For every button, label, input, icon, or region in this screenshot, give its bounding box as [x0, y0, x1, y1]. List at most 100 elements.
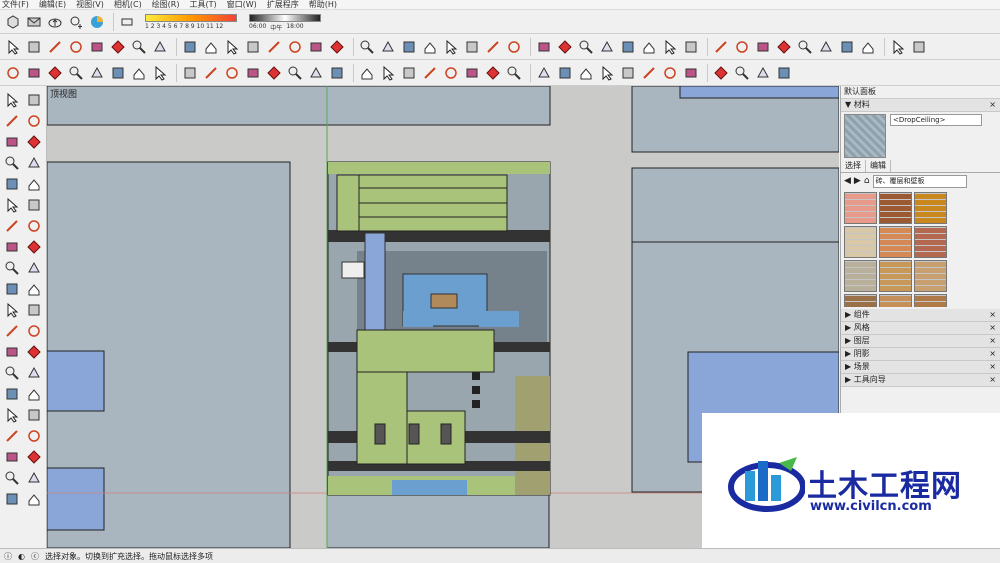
geolocation-icon[interactable]: ◐ [18, 552, 25, 561]
menu-camera[interactable]: 相机(C) [114, 0, 142, 10]
house-icon[interactable] [358, 64, 376, 82]
house-icon[interactable] [25, 280, 43, 298]
material-swatch[interactable] [879, 192, 912, 224]
menu-help[interactable]: 帮助(H) [309, 0, 337, 10]
move-icon[interactable] [109, 38, 127, 56]
line-icon[interactable] [3, 322, 21, 340]
circle-icon[interactable] [25, 112, 43, 130]
select-arrow-icon[interactable] [4, 38, 22, 56]
styles-icon[interactable] [3, 175, 21, 193]
component-icon[interactable] [619, 64, 637, 82]
styles-icon[interactable] [400, 38, 418, 56]
component-icon[interactable] [25, 406, 43, 424]
select-arrow-icon[interactable] [151, 64, 169, 82]
house-icon[interactable] [25, 385, 43, 403]
styles-icon[interactable] [109, 64, 127, 82]
circle-icon[interactable] [505, 38, 523, 56]
add-location-icon[interactable] [67, 13, 85, 31]
select-arrow-icon[interactable] [3, 301, 21, 319]
circle-icon[interactable] [661, 64, 679, 82]
house-icon[interactable] [577, 64, 595, 82]
menu-file[interactable]: 文件(F) [2, 0, 29, 10]
move-icon[interactable] [25, 448, 43, 466]
component-icon[interactable] [682, 38, 700, 56]
move-icon[interactable] [46, 64, 64, 82]
material-swatch[interactable] [914, 192, 947, 224]
material-swatch[interactable] [844, 226, 877, 258]
material-swatch[interactable] [879, 294, 912, 307]
eraser-icon[interactable] [118, 13, 136, 31]
line-icon[interactable] [3, 427, 21, 445]
component-icon[interactable] [25, 301, 43, 319]
material-swatch[interactable] [844, 294, 877, 307]
paint-bucket-icon[interactable] [463, 64, 481, 82]
tray-section-header[interactable]: ▶ 工具向导 × [841, 374, 1000, 387]
home-icon[interactable]: ⌂ [864, 176, 870, 186]
zoom-icon[interactable] [796, 38, 814, 56]
paint-bucket-icon[interactable] [682, 64, 700, 82]
component-icon[interactable] [244, 38, 262, 56]
tray-section-header[interactable]: ▶ 图层 × [841, 335, 1000, 348]
line-icon[interactable] [3, 217, 21, 235]
paint-bucket-icon[interactable] [244, 64, 262, 82]
push-pull-icon[interactable] [25, 364, 43, 382]
select-arrow-icon[interactable] [3, 196, 21, 214]
push-pull-icon[interactable] [151, 38, 169, 56]
component-icon[interactable] [25, 196, 43, 214]
select-arrow-icon[interactable] [442, 38, 460, 56]
select-arrow-icon[interactable] [889, 38, 907, 56]
line-icon[interactable] [712, 38, 730, 56]
month-slider[interactable] [145, 13, 237, 22]
menu-window[interactable]: 窗口(W) [227, 0, 257, 10]
upload-cloud-icon[interactable] [46, 13, 64, 31]
line-icon[interactable] [265, 38, 283, 56]
push-pull-icon[interactable] [379, 38, 397, 56]
paint-bucket-icon[interactable] [88, 38, 106, 56]
paint-bucket-icon[interactable] [3, 133, 21, 151]
select-arrow-icon[interactable] [3, 406, 21, 424]
tray-section-header[interactable]: ▶ 阴影 × [841, 348, 1000, 361]
library-select[interactable]: 砖、覆层和壁板 [872, 174, 967, 188]
push-pull-icon[interactable] [25, 259, 43, 277]
credits-icon[interactable]: ⓒ [31, 551, 39, 562]
select-arrow-icon[interactable] [379, 64, 397, 82]
styles-icon[interactable] [3, 280, 21, 298]
circle-icon[interactable] [25, 427, 43, 445]
close-icon[interactable]: × [989, 335, 996, 347]
line-icon[interactable] [421, 64, 439, 82]
paint-bucket-icon[interactable] [754, 38, 772, 56]
zoom-icon[interactable] [67, 64, 85, 82]
close-icon[interactable]: × [989, 99, 996, 111]
close-icon[interactable]: × [989, 361, 996, 373]
styles-icon[interactable] [328, 64, 346, 82]
house-icon[interactable] [130, 64, 148, 82]
select-arrow-icon[interactable] [223, 38, 241, 56]
styles-icon[interactable] [3, 385, 21, 403]
styles-icon[interactable] [3, 490, 21, 508]
zoom-icon[interactable] [3, 154, 21, 172]
zoom-icon[interactable] [286, 64, 304, 82]
get-models-icon[interactable] [4, 13, 22, 31]
circle-icon[interactable] [4, 64, 22, 82]
menu-tools[interactable]: 工具(T) [190, 0, 217, 10]
menu-edit[interactable]: 编辑(E) [39, 0, 66, 10]
styles-icon[interactable] [181, 38, 199, 56]
tab-edit[interactable]: 编辑 [866, 160, 891, 172]
push-pull-icon[interactable] [307, 64, 325, 82]
extension-warehouse-icon[interactable] [88, 13, 106, 31]
material-swatch[interactable] [879, 260, 912, 292]
styles-icon[interactable] [556, 64, 574, 82]
move-icon[interactable] [328, 38, 346, 56]
back-arrow-icon[interactable]: ◀ [844, 176, 851, 186]
house-icon[interactable] [25, 490, 43, 508]
styles-icon[interactable] [775, 64, 793, 82]
paint-bucket-icon[interactable] [3, 238, 21, 256]
select-arrow-icon[interactable] [3, 91, 21, 109]
house-icon[interactable] [640, 38, 658, 56]
line-icon[interactable] [202, 64, 220, 82]
push-pull-icon[interactable] [817, 38, 835, 56]
move-icon[interactable] [25, 133, 43, 151]
component-icon[interactable] [25, 38, 43, 56]
close-icon[interactable]: × [989, 348, 996, 360]
material-swatch[interactable] [879, 226, 912, 258]
